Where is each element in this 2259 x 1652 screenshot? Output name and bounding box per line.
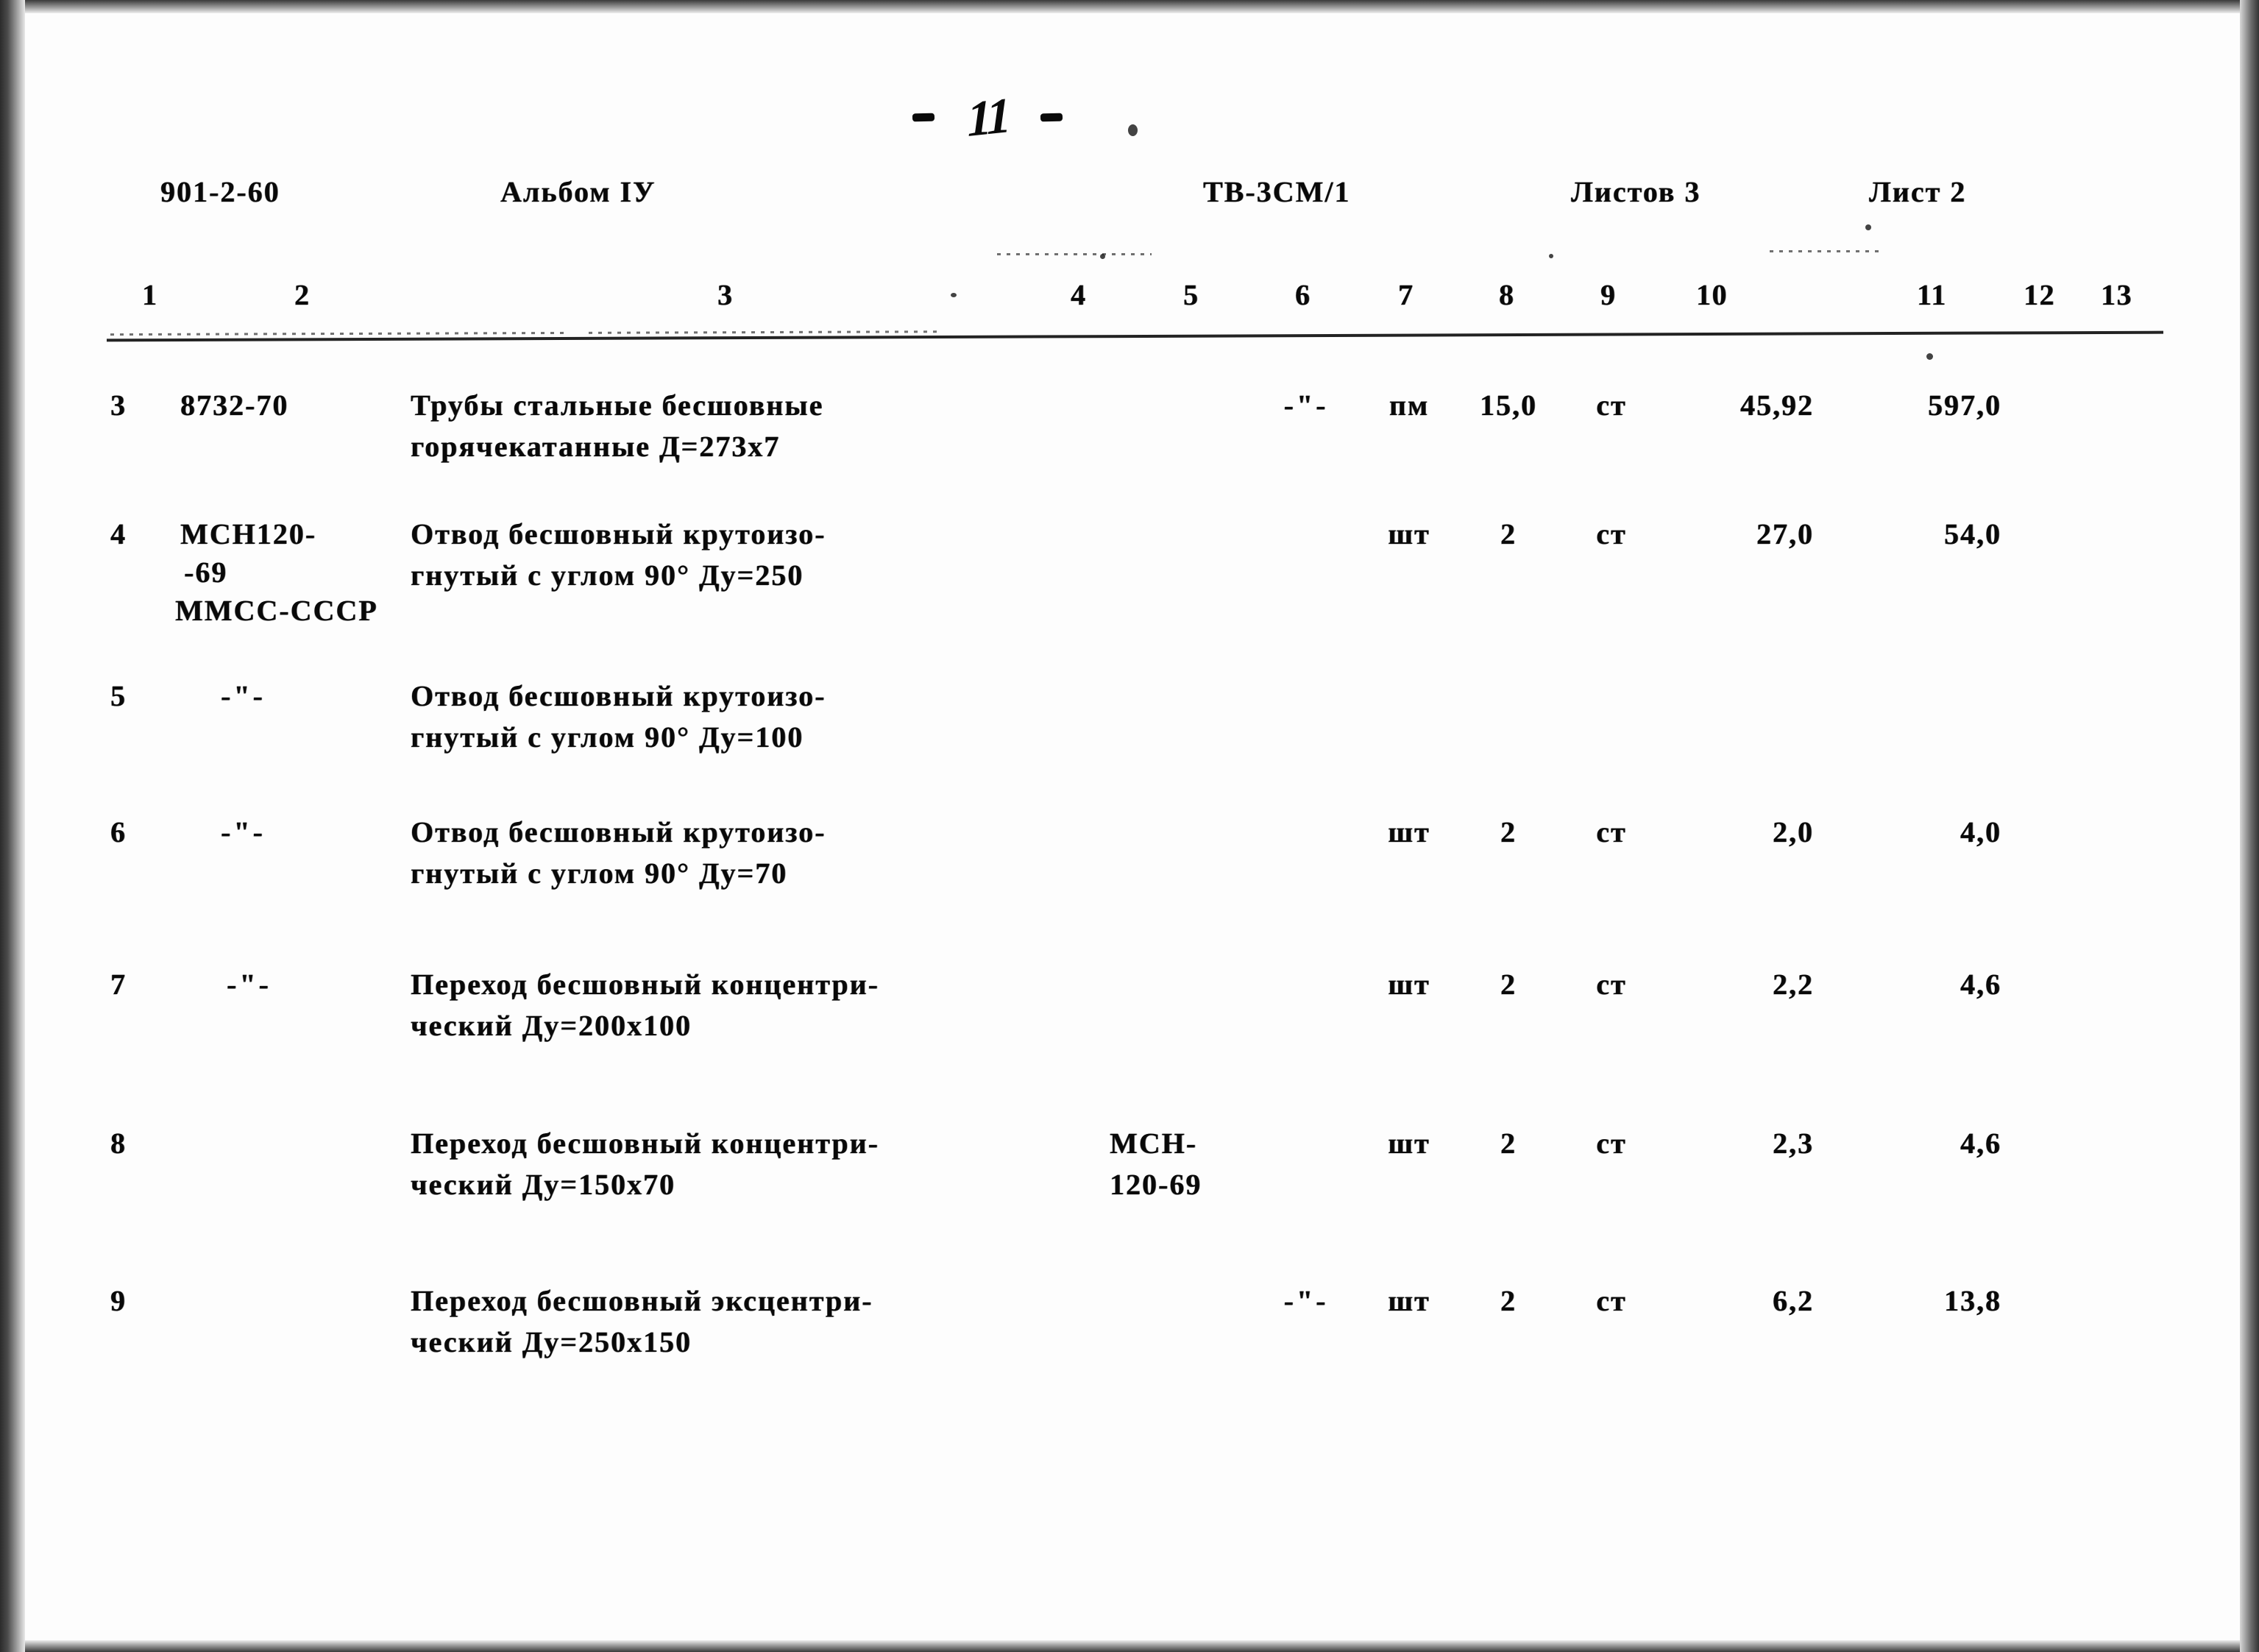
column-number-8: 8 <box>1499 278 1515 311</box>
header-sheet-current: Лист 2 <box>1869 175 1967 208</box>
scan-speck <box>1865 224 1871 230</box>
scan-speck <box>951 293 957 297</box>
column-number-3: 3 <box>717 278 734 311</box>
row-col6: -"- <box>1283 1284 1329 1317</box>
row-quantity: 2 <box>1500 517 1517 550</box>
column-number-13: 13 <box>2101 278 2132 311</box>
row-unit: шт <box>1388 517 1430 550</box>
row-unit: шт <box>1388 1127 1430 1160</box>
row-name-line1: Отвод бесшовный крутоизо- <box>411 517 826 550</box>
column-number-10: 10 <box>1696 278 1728 311</box>
column-number-12: 12 <box>2024 278 2055 311</box>
row-quantity: 2 <box>1500 1127 1517 1160</box>
row-position: 7 <box>110 968 127 1001</box>
row-quantity: 2 <box>1500 1284 1517 1317</box>
column-number-7: 7 <box>1398 278 1414 311</box>
scan-speck <box>1100 254 1105 259</box>
page-number-group: 11 <box>912 86 1063 148</box>
row-position: 5 <box>110 679 127 712</box>
scan-edge-top <box>0 0 2259 13</box>
row-name-line2: ческий Ду=250х150 <box>411 1325 692 1358</box>
column-number-6: 6 <box>1295 278 1311 311</box>
row-unit: шт <box>1388 968 1430 1001</box>
row-name-line2: гнутый с углом 90° Ду=100 <box>411 720 804 754</box>
scan-edge-bottom <box>0 1640 2259 1652</box>
header-album: Альбом IУ <box>500 175 656 208</box>
table-header-rule-dots-mid <box>588 330 943 334</box>
row-total-mass: 4,6 <box>1960 968 2001 1001</box>
header-drawing-code: ТВ-3СМ/1 <box>1203 175 1351 208</box>
row-name-line2: ческий Ду=200х100 <box>411 1009 692 1042</box>
row-material: ст <box>1596 1127 1627 1160</box>
row-unit-mass: 6,2 <box>1773 1284 1814 1317</box>
row-col5-line2: 120-69 <box>1110 1168 1202 1201</box>
scan-artifact-dots-a <box>997 253 1152 255</box>
row-name-line1: Переход бесшовный концентри- <box>411 968 879 1001</box>
row-name-line2: ческий Ду=150х70 <box>411 1168 676 1201</box>
row-total-mass: 597,0 <box>1928 389 2001 422</box>
row-gost-code-line3: ММСС-СССР <box>175 594 378 627</box>
row-unit: шт <box>1388 815 1430 848</box>
row-col6: -"- <box>1283 389 1329 422</box>
row-position: 3 <box>110 389 127 422</box>
row-unit: шт <box>1388 1284 1430 1317</box>
page-number-dash-left <box>912 113 935 121</box>
row-unit-mass: 27,0 <box>1756 517 1814 550</box>
column-number-1: 1 <box>142 278 158 311</box>
row-quantity: 2 <box>1500 815 1517 848</box>
row-position: 6 <box>110 815 127 848</box>
row-material: ст <box>1596 517 1627 550</box>
row-name-line1: Отвод бесшовный крутоизо- <box>411 679 826 712</box>
row-name-line1: Переход бесшовный эксцентри- <box>411 1284 873 1317</box>
scan-speck <box>1926 353 1933 360</box>
row-material: ст <box>1596 968 1627 1001</box>
scan-edge-right <box>2240 0 2259 1652</box>
row-total-mass: 13,8 <box>1944 1284 2001 1317</box>
row-gost-code: МСН120- <box>180 517 317 550</box>
row-name-line1: Переход бесшовный концентри- <box>411 1127 879 1160</box>
table-header-rule-dots-left <box>110 331 567 336</box>
row-quantity: 2 <box>1500 968 1517 1001</box>
header-sheets-total: Листов 3 <box>1571 175 1701 208</box>
row-unit: пм <box>1389 389 1430 422</box>
column-number-4: 4 <box>1071 278 1087 311</box>
column-number-9: 9 <box>1600 278 1617 311</box>
row-unit-mass: 2,2 <box>1773 968 1814 1001</box>
row-name-line2: горячекатанные Д=273х7 <box>411 430 781 463</box>
row-total-mass: 4,0 <box>1960 815 2001 848</box>
row-position: 8 <box>110 1127 127 1160</box>
row-unit-mass: 2,3 <box>1773 1127 1814 1160</box>
row-total-mass: 4,6 <box>1960 1127 2001 1160</box>
row-gost-code: 8732-70 <box>180 389 289 422</box>
row-name-line1: Отвод бесшовный крутоизо- <box>411 815 826 848</box>
row-gost-code-line2: -69 <box>184 556 228 589</box>
row-material: ст <box>1596 1284 1627 1317</box>
row-material: ст <box>1596 815 1627 848</box>
row-col5: МСН- <box>1110 1127 1198 1160</box>
row-material: ст <box>1596 389 1627 422</box>
row-quantity: 15,0 <box>1480 389 1537 422</box>
header-project-code: 901-2-60 <box>160 175 280 208</box>
scan-speck <box>1549 254 1553 258</box>
row-total-mass: 54,0 <box>1944 517 2001 550</box>
column-number-5: 5 <box>1183 278 1199 311</box>
scanned-document-page: 11 901-2-60 Альбом IУ ТВ-3СМ/1 Листов 3 … <box>0 0 2259 1652</box>
row-position: 4 <box>110 517 127 550</box>
row-unit-mass: 45,92 <box>1740 389 1814 422</box>
column-number-11: 11 <box>1917 278 1947 311</box>
row-name-line2: гнутый с углом 90° Ду=250 <box>411 559 804 592</box>
column-number-2: 2 <box>294 278 311 311</box>
scan-edge-left <box>0 0 25 1652</box>
row-name-line2: гнутый с углом 90° Ду=70 <box>411 857 788 890</box>
page-number-dash-right <box>1040 113 1063 121</box>
row-unit-mass: 2,0 <box>1773 815 1814 848</box>
row-name-line1: Трубы стальные бесшовные <box>411 389 824 422</box>
scan-artifact-dots-b <box>1770 250 1880 252</box>
scan-speck <box>1128 124 1138 136</box>
page-number: 11 <box>965 86 1010 148</box>
row-position: 9 <box>110 1284 127 1317</box>
